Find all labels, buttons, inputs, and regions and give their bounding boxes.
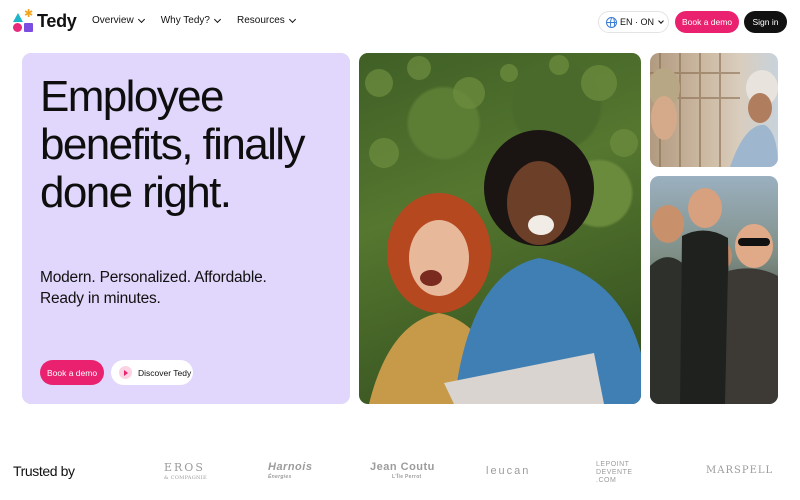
hero-card: Employee benefits, finally done right. M… xyxy=(22,53,350,404)
book-demo-button[interactable]: Book a demo xyxy=(40,360,104,385)
language-selector[interactable]: EN · ON xyxy=(598,11,669,33)
discover-tedy-label: Discover Tedy xyxy=(138,367,192,378)
logo-jean-coutu: Jean Coutu L'Île Perrot xyxy=(370,461,435,480)
chevron-down-icon xyxy=(288,15,296,23)
logo-eros: EROS & COMPAGNIE xyxy=(164,461,207,481)
chevron-down-icon xyxy=(137,15,145,23)
hero-subhead-line2: Ready in minutes. xyxy=(40,290,161,307)
photo-illustration xyxy=(365,55,641,404)
logo-harnois: Harnois Énergies xyxy=(268,461,312,480)
hero-subhead: Modern. Personalized. Affordable. Ready … xyxy=(40,267,340,309)
logo-jean-coutu-sub: L'Île Perrot xyxy=(392,474,422,480)
nav-overview-label: Overview xyxy=(92,15,134,26)
trusted-by-label: Trusted by xyxy=(13,463,75,479)
hero-headline: Employee benefits, finally done right. xyxy=(40,72,305,217)
client-logos: EROS & COMPAGNIE Harnois Énergies Jean C… xyxy=(150,455,780,485)
nav-overview[interactable]: Overview xyxy=(92,15,145,26)
hero-photo-two-women-laughing xyxy=(359,53,641,404)
nav-resources-label: Resources xyxy=(236,15,285,26)
book-demo-nav-button[interactable]: Book a demo xyxy=(675,11,739,33)
photo-illustration xyxy=(650,188,778,404)
logo-eros-name: EROS xyxy=(164,461,205,474)
chevron-down-icon xyxy=(658,17,664,24)
photo-illustration xyxy=(650,53,778,167)
globe-icon xyxy=(606,16,617,28)
logo-harnois-name: Harnois xyxy=(268,461,313,473)
logo-mark-icon: ✱ xyxy=(13,8,33,32)
top-navigation: ✱ Tedy Overview Why Tedy? Resources EN ·… xyxy=(0,0,800,44)
hero-subhead-line1: Modern. Personalized. Affordable. xyxy=(40,269,267,286)
logo-marspell: MARSPELL xyxy=(706,465,774,476)
logo-jean-coutu-name: Jean Coutu xyxy=(370,461,435,473)
nav-why-tedy-label: Why Tedy? xyxy=(160,15,210,26)
logo-eros-sub: & COMPAGNIE xyxy=(164,475,207,481)
play-icon xyxy=(119,366,132,379)
logo-lepointdevente: LEPOINT DEVENTE .COM xyxy=(596,461,633,484)
logo-text: Tedy xyxy=(37,11,77,31)
chevron-down-icon xyxy=(213,15,222,23)
photo-women-smiling xyxy=(650,53,778,167)
nav-why-tedy[interactable]: Why Tedy? xyxy=(160,15,222,26)
photo-group-of-friends xyxy=(650,176,778,404)
discover-tedy-button[interactable]: Discover Tedy xyxy=(111,360,193,385)
logo-harnois-sub: Énergies xyxy=(268,474,292,480)
tedy-logo[interactable]: ✱ Tedy xyxy=(13,8,77,32)
sign-in-button[interactable]: Sign in xyxy=(744,11,787,33)
nav-resources[interactable]: Resources xyxy=(236,15,296,26)
main-menu: Overview Why Tedy? Resources xyxy=(92,15,296,26)
language-label: EN · ON xyxy=(620,17,655,27)
logo-leucan: leucan xyxy=(486,465,531,477)
